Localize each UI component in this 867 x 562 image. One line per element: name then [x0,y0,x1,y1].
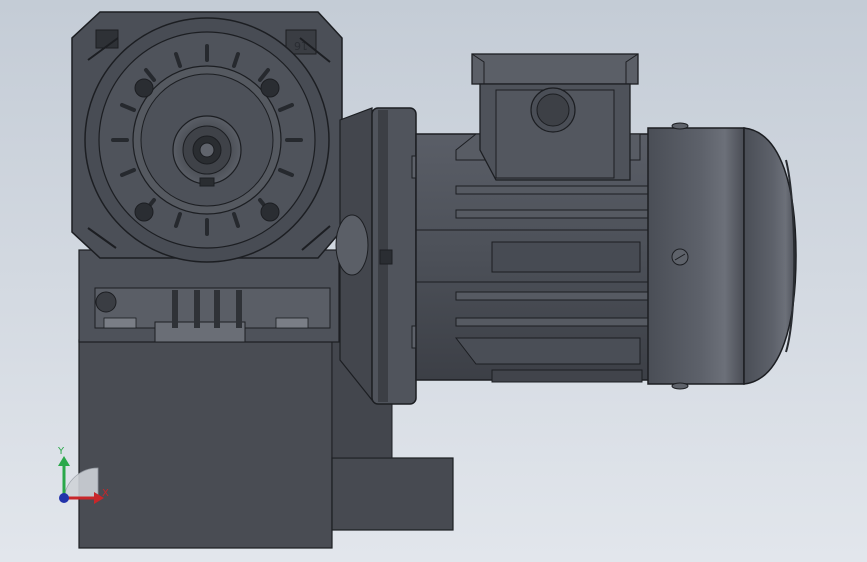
graphics-viewport[interactable]: 16 Y X [0,0,867,562]
gearbox-foot-bracket [78,249,340,343]
worm-gearbox-housing: 16 [71,11,343,263]
triad-z-axis [59,493,69,503]
triad-y-label: Y [57,446,65,457]
terminal-box [471,53,639,181]
triad-x-label: X [102,488,109,499]
gearbox-emboss-number: 16 [294,39,308,52]
triad-y-arrowhead [58,456,70,466]
coupling-housing [335,107,373,402]
motor-end-cap [647,122,797,390]
gearmotor-model[interactable]: 16 Y X [0,0,867,562]
